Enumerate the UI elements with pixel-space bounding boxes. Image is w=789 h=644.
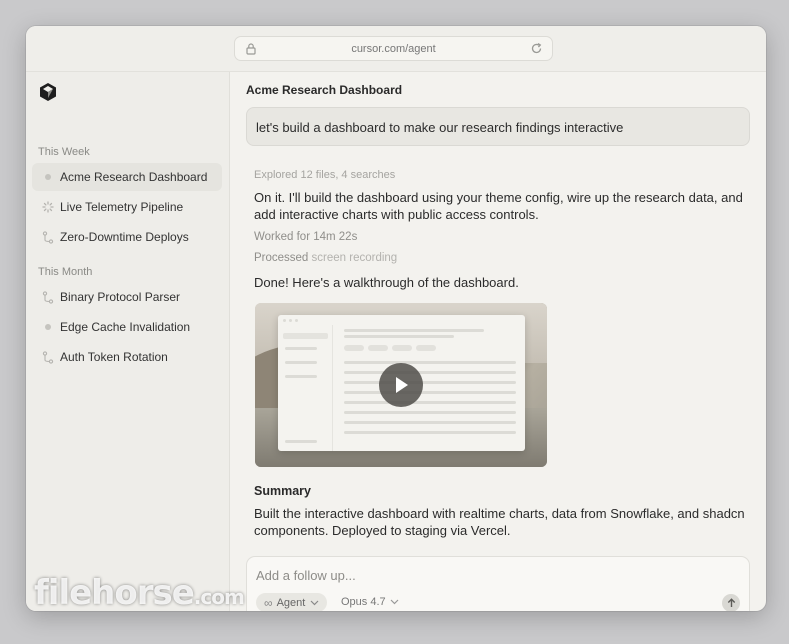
mode-selector[interactable]: ∞ Agent — [256, 593, 328, 611]
summary-heading: Summary — [254, 484, 311, 498]
chevron-down-icon — [310, 600, 319, 605]
chevron-down-icon — [390, 599, 399, 605]
chat-panel: Acme Research Dashboard Explored 12 file… — [231, 72, 766, 611]
explored-status: Explored 12 files, 4 searches — [254, 169, 396, 181]
play-button[interactable] — [379, 363, 423, 407]
sidebar-item-zero-downtime-deploys[interactable]: Zero-Downtime Deploys — [32, 223, 222, 251]
agent-reply: On it. I'll build the dashboard using yo… — [254, 190, 743, 222]
processed-value: screen recording — [311, 252, 398, 264]
model-selector[interactable]: Opus 4.7 — [341, 596, 399, 608]
sidebar-item-auth-token-rotation[interactable]: Auth Token Rotation — [32, 343, 222, 371]
mode-label: Agent — [276, 596, 306, 609]
user-message: let's build a dashboard to make our rese… — [246, 107, 750, 146]
done-text: Done! Here's a walkthrough of the dashbo… — [254, 275, 519, 290]
sidebar-item-label: Acme Research Dashboard — [60, 170, 208, 184]
branch-icon — [37, 230, 59, 244]
cursor-logo-icon[interactable] — [39, 82, 57, 102]
processed-label: Processed — [254, 252, 309, 264]
address-bar[interactable]: cursor.com/agent — [234, 36, 553, 61]
sidebar-item-live-telemetry-pipeline[interactable]: Live Telemetry Pipeline — [32, 193, 222, 221]
watermark-text: filehorse — [34, 573, 195, 613]
play-icon — [396, 377, 408, 393]
branch-icon — [37, 290, 59, 304]
reload-icon[interactable] — [530, 42, 543, 55]
browser-window: cursor.com/agent This Week Acme Research… — [26, 26, 766, 611]
sidebar-item-acme-research-dashboard[interactable]: Acme Research Dashboard — [32, 163, 222, 191]
dot-icon — [37, 324, 59, 330]
url-text: cursor.com/agent — [351, 43, 436, 55]
sidebar-item-label: Edge Cache Invalidation — [60, 320, 191, 334]
worked-for-status: Worked for 14m 22s — [254, 231, 358, 243]
send-button[interactable] — [722, 594, 740, 611]
sidebar: This Week Acme Research Dashboard Live T… — [26, 72, 230, 611]
processed-status: Processed screen recording — [254, 252, 397, 264]
sidebar-item-label: Live Telemetry Pipeline — [60, 200, 184, 214]
sidebar-item-edge-cache-invalidation[interactable]: Edge Cache Invalidation — [32, 313, 222, 341]
sidebar-item-label: Binary Protocol Parser — [60, 290, 181, 304]
watermark-suffix: .com — [193, 585, 245, 609]
walkthrough-video[interactable] — [255, 303, 547, 467]
follow-up-input[interactable] — [256, 566, 736, 584]
branch-icon — [37, 350, 59, 364]
sidebar-item-binary-protocol-parser[interactable]: Binary Protocol Parser — [32, 283, 222, 311]
thread-title: Acme Research Dashboard — [246, 83, 403, 97]
summary-text: Built the interactive dashboard with rea… — [254, 506, 745, 538]
composer: ∞ Agent Opus 4.7 — [246, 556, 750, 611]
arrow-up-icon — [727, 598, 735, 607]
sidebar-item-label: Auth Token Rotation — [60, 350, 168, 364]
sidebar-item-label: Zero-Downtime Deploys — [60, 230, 189, 244]
dot-icon — [37, 174, 59, 180]
title-bar: cursor.com/agent — [26, 26, 766, 72]
section-this-week: This Week — [38, 146, 90, 158]
spinner-icon — [37, 201, 59, 213]
model-label: Opus 4.7 — [341, 596, 386, 608]
infinity-icon: ∞ — [264, 595, 273, 610]
watermark-logo: filehorse.com — [34, 573, 245, 613]
section-this-month: This Month — [38, 266, 93, 278]
